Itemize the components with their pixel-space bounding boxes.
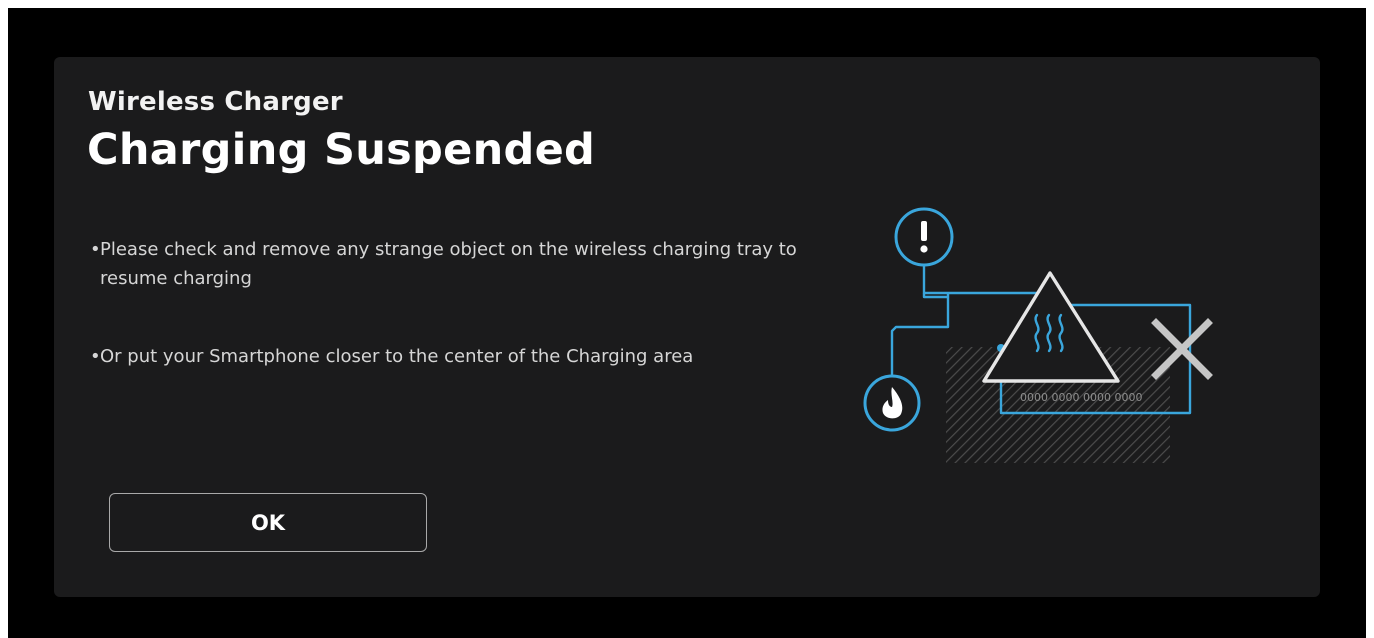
exclamation-icon [894, 207, 954, 267]
dialog-subtitle: Wireless Charger [88, 87, 343, 117]
heat-warning-icon [982, 271, 1120, 383]
fire-icon [863, 374, 921, 432]
message-text: Please check and remove any strange obje… [100, 239, 797, 289]
ok-button[interactable]: OK [109, 493, 427, 552]
card-number: 0000 0000 0000 0000 [1020, 391, 1142, 404]
bullet: • [90, 346, 101, 367]
charging-illustration: 0000 0000 0000 0000 [863, 207, 1213, 463]
bullet: • [90, 239, 101, 260]
charging-dialog: Wireless Charger Charging Suspended •Ple… [54, 57, 1320, 597]
message-remove-object: •Please check and remove any strange obj… [90, 235, 820, 293]
dialog-title: Charging Suspended [87, 125, 596, 175]
screen: Wireless Charger Charging Suspended •Ple… [8, 8, 1366, 638]
message-text: Or put your Smartphone closer to the cen… [100, 346, 694, 367]
message-move-closer: •Or put your Smartphone closer to the ce… [90, 342, 820, 371]
